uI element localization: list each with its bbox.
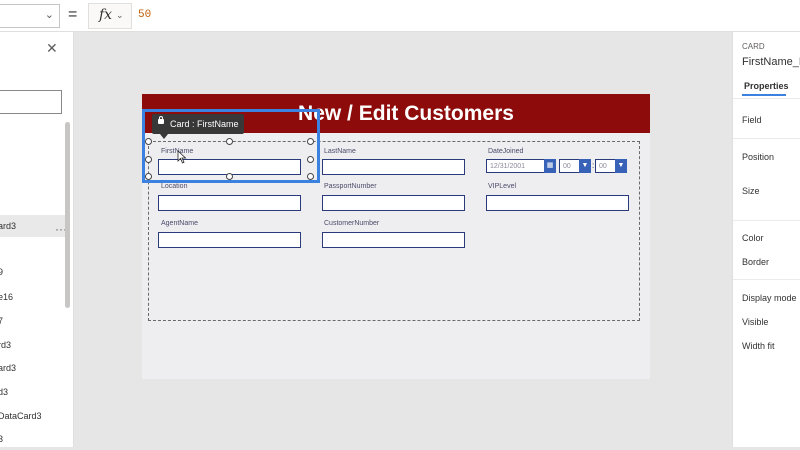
prop-width-fit[interactable]: Width fit <box>742 341 775 351</box>
control-type: CARD <box>742 42 765 51</box>
properties-panel: CARD FirstName_D Properties Field Positi… <box>732 32 800 447</box>
lastname-label: LastName <box>324 148 356 155</box>
resize-handle[interactable] <box>226 138 233 145</box>
tooltip-text: Card : FirstName <box>170 119 239 129</box>
time-separator: : <box>592 161 595 170</box>
customernumber-input[interactable] <box>322 232 465 248</box>
lastname-input[interactable] <box>322 159 465 175</box>
close-icon[interactable]: ✕ <box>46 40 58 57</box>
tree-item[interactable]: 9 <box>0 261 70 283</box>
date-picker-input[interactable]: 12/31/2001 <box>486 159 545 173</box>
passportnumber-input[interactable] <box>322 195 465 211</box>
location-input[interactable] <box>158 195 301 211</box>
location-label: Location <box>161 183 188 190</box>
chevron-down-icon: ⌄ <box>44 9 54 21</box>
resize-handle[interactable] <box>307 156 314 163</box>
formula-bar: ⌄ = fx ⌄ 50 <box>0 0 800 32</box>
resize-handle[interactable] <box>145 156 152 163</box>
fx-icon: fx <box>99 7 113 23</box>
tree-scrollbar[interactable] <box>65 122 70 308</box>
resize-handle[interactable] <box>145 173 152 180</box>
tree-view-panel: ✕ ard3 ··· 9 e16 7 rd3 ard3 d3 DataCard3… <box>0 32 74 447</box>
lock-icon <box>158 116 164 124</box>
prop-display-mode[interactable]: Display mode <box>742 293 797 303</box>
tab-indicator <box>742 94 786 96</box>
passportnumber-label: PassportNumber <box>324 183 377 190</box>
agentname-label: AgentName <box>161 220 198 227</box>
prop-position[interactable]: Position <box>742 152 774 162</box>
divider <box>733 279 800 280</box>
customernumber-label: CustomerNumber <box>324 220 380 227</box>
resize-handle[interactable] <box>226 173 233 180</box>
prop-size[interactable]: Size <box>742 186 760 196</box>
tree-item[interactable]: DataCard3 <box>0 405 70 427</box>
viplevel-input[interactable] <box>486 195 629 211</box>
formula-input[interactable]: 50 <box>138 9 151 21</box>
viplevel-label: VIPLevel <box>488 183 517 190</box>
control-name: FirstName_D <box>742 56 800 68</box>
prop-field[interactable]: Field <box>742 115 762 125</box>
prop-visible[interactable]: Visible <box>742 317 768 327</box>
divider <box>733 138 800 139</box>
divider <box>733 220 800 221</box>
card-tooltip: Card : FirstName <box>152 114 244 139</box>
chevron-down-icon[interactable]: ▼ <box>579 159 591 173</box>
fx-button[interactable]: fx ⌄ <box>88 3 132 29</box>
equals-sign: = <box>68 6 78 23</box>
hour-dropdown[interactable]: 00 <box>559 159 580 173</box>
minute-dropdown[interactable]: 00 <box>595 159 616 173</box>
property-dropdown[interactable]: ⌄ <box>0 4 60 28</box>
prop-color[interactable]: Color <box>742 233 764 243</box>
prop-border[interactable]: Border <box>742 257 769 267</box>
tooltip-arrow <box>160 134 168 139</box>
chevron-down-icon[interactable]: ▼ <box>615 159 627 173</box>
tree-search-input[interactable] <box>0 90 62 114</box>
tree-item[interactable]: 7 <box>0 310 70 332</box>
resize-handle[interactable] <box>307 173 314 180</box>
tree-item[interactable]: rd3 <box>0 334 70 356</box>
chevron-down-icon: ⌄ <box>116 10 124 20</box>
datejoined-label: DateJoined <box>488 148 524 155</box>
resize-handle[interactable] <box>307 138 314 145</box>
tree-item[interactable]: e16 <box>0 286 70 308</box>
tab-properties[interactable]: Properties <box>744 81 789 91</box>
tree-item[interactable]: ard3 <box>0 357 70 379</box>
mouse-cursor-icon <box>177 150 187 164</box>
divider <box>733 98 800 99</box>
calendar-icon[interactable]: ▦ <box>544 159 556 173</box>
resize-handle[interactable] <box>145 138 152 145</box>
tree-item[interactable]: d3 <box>0 381 70 403</box>
agentname-input[interactable] <box>158 232 301 248</box>
